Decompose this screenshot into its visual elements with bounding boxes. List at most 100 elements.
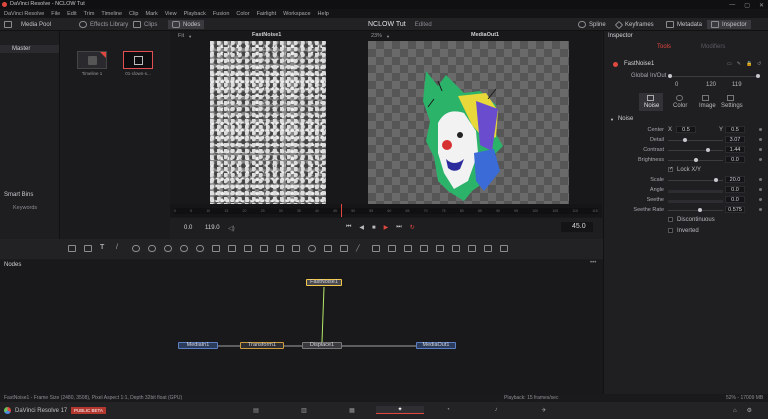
fbx-icon[interactable] [500, 245, 508, 252]
menu-mark[interactable]: Mark [146, 11, 158, 17]
speaker-icon[interactable]: ◁) [228, 225, 235, 232]
inspector-toggle[interactable]: Inspector [707, 20, 751, 29]
keyframe-dot[interactable] [759, 158, 762, 161]
global-out-knob[interactable] [756, 74, 760, 78]
global-out[interactable]: 119 [732, 82, 742, 88]
keyframe-dot[interactable] [759, 178, 762, 181]
planar-tracker-icon[interactable] [372, 245, 380, 252]
ellipse-mask-icon[interactable] [308, 245, 316, 252]
keyframe-dot[interactable] [759, 188, 762, 191]
window-controls[interactable]: — ▢ ✕ [729, 2, 764, 9]
maximize-icon[interactable]: ▢ [744, 2, 750, 9]
keyframe-dot[interactable] [759, 138, 762, 141]
settings-gear-icon[interactable]: ⚙ [747, 407, 752, 414]
keyframe-dot[interactable] [759, 208, 762, 211]
render-end[interactable]: 119.0 [205, 225, 220, 231]
cut-page-icon[interactable]: ▥ [280, 407, 328, 414]
smart-bins-header[interactable]: Smart Bins [0, 192, 60, 201]
text3d-icon[interactable] [468, 245, 476, 252]
menu-color[interactable]: Color [236, 11, 249, 17]
menu-playback[interactable]: Playback [184, 11, 206, 17]
node-name[interactable]: FastNoise1 [624, 61, 654, 67]
node-enable-dot[interactable] [613, 62, 618, 67]
metadata-toggle[interactable]: Metadata [666, 20, 702, 29]
step-back-icon[interactable]: ◀ [359, 224, 364, 231]
image-plane-icon[interactable] [484, 245, 492, 252]
composite-preview[interactable] [368, 41, 569, 213]
camera3d-icon[interactable] [420, 245, 428, 252]
node-displace[interactable]: Displace1 [302, 342, 342, 349]
lock-icon[interactable]: 🔒 [746, 61, 752, 67]
subtab-image[interactable]: Image [694, 93, 718, 111]
detail-knob[interactable] [683, 138, 687, 142]
pick-icon[interactable]: ✎ [737, 61, 741, 67]
menu-fusion[interactable]: Fusion [213, 11, 230, 17]
particle-tool-icon[interactable] [132, 245, 140, 252]
node-editor[interactable]: Nodes ••• FastNoise1 MediaIn1 Transform1… [0, 260, 603, 394]
contrast-field[interactable]: 1.44 [725, 146, 745, 153]
section-noise-header[interactable]: ▼ Noise [610, 116, 633, 122]
stop-icon[interactable]: ■ [372, 225, 376, 231]
menu-edit[interactable]: Edit [67, 11, 76, 17]
lock-xy-checkbox[interactable]: ✓ [668, 166, 673, 172]
menu-fairlight[interactable]: Fairlight [257, 11, 277, 17]
menu-view[interactable]: View [165, 11, 177, 17]
subtab-settings[interactable]: Settings [719, 93, 743, 111]
keyframe-dot[interactable] [759, 128, 762, 131]
fairlight-page-icon[interactable]: ♪ [472, 407, 520, 413]
global-in-knob[interactable] [668, 74, 672, 78]
seethe-rate-slider[interactable] [668, 210, 723, 211]
angle-dial[interactable] [668, 190, 723, 193]
brightness-field[interactable]: 0.0 [725, 156, 745, 163]
matte-control-icon[interactable] [260, 245, 268, 252]
global-in-out-slider[interactable] [668, 76, 760, 77]
tab-tools[interactable]: Tools [657, 44, 671, 50]
loop-icon[interactable]: ↻ [410, 224, 415, 231]
right-viewer-zoom[interactable]: 23% ▼ [371, 32, 390, 40]
detail-field[interactable]: 3.07 [725, 136, 745, 143]
media-page-icon[interactable]: ▤ [232, 407, 280, 414]
reset-icon[interactable]: ↺ [757, 61, 761, 67]
bin-master[interactable]: Master [0, 45, 59, 53]
brightness-knob[interactable] [694, 158, 698, 162]
menu-help[interactable]: Help [318, 11, 329, 17]
blur-tool-icon[interactable] [180, 245, 188, 252]
discontinuous-checkbox[interactable] [668, 217, 673, 222]
background-tool-icon[interactable] [68, 245, 76, 252]
global-mid[interactable]: 120 [706, 82, 716, 88]
play-icon[interactable]: ▶ [384, 224, 389, 231]
clip-thumbnail-timeline[interactable] [77, 51, 107, 69]
renderer3d-icon[interactable] [452, 245, 460, 252]
inverted-checkbox[interactable] [668, 228, 673, 233]
seethe-rate-field[interactable]: 0.575 [725, 206, 745, 213]
center-y-field[interactable]: 0.5 [725, 126, 745, 133]
close-icon[interactable]: ✕ [759, 2, 764, 9]
node-transform[interactable]: Transform1 [240, 342, 284, 349]
noise-preview[interactable] [210, 41, 326, 213]
menu-davinci[interactable]: DaVinci Resolve [4, 11, 44, 17]
image-tool-icon[interactable] [84, 245, 92, 252]
light3d-icon[interactable] [436, 245, 444, 252]
tab-modifiers[interactable]: Modifiers [701, 44, 725, 50]
left-viewer-fit[interactable]: Fit ▼ [178, 32, 192, 40]
node-fastnoise[interactable]: FastNoise1 [306, 279, 342, 286]
edit-page-icon[interactable]: ▦ [328, 407, 376, 414]
polygon-mask-icon[interactable] [324, 245, 332, 252]
seethe-rate-knob[interactable] [698, 208, 702, 212]
fusion-page-icon[interactable]: ✦ [376, 406, 424, 414]
contrast-slider[interactable] [668, 150, 723, 151]
text-tool-icon[interactable]: T [100, 244, 108, 252]
merge3d-icon[interactable] [404, 245, 412, 252]
resize-tool-icon[interactable] [228, 245, 236, 252]
clip-thumbnail-clown[interactable] [123, 51, 153, 69]
merge-tool-icon[interactable] [212, 245, 220, 252]
menu-file[interactable]: File [51, 11, 60, 17]
contrast-knob[interactable] [706, 148, 710, 152]
subtab-noise[interactable]: Noise [639, 93, 663, 111]
detail-slider[interactable] [668, 140, 723, 141]
subtab-color[interactable]: Color [668, 93, 692, 111]
color-page-icon[interactable]: ◔ [424, 407, 472, 413]
particle-emitter-icon[interactable] [148, 245, 156, 252]
scale-field[interactable]: 20.0 [725, 176, 745, 183]
spline-toggle[interactable]: Spline [578, 20, 606, 29]
